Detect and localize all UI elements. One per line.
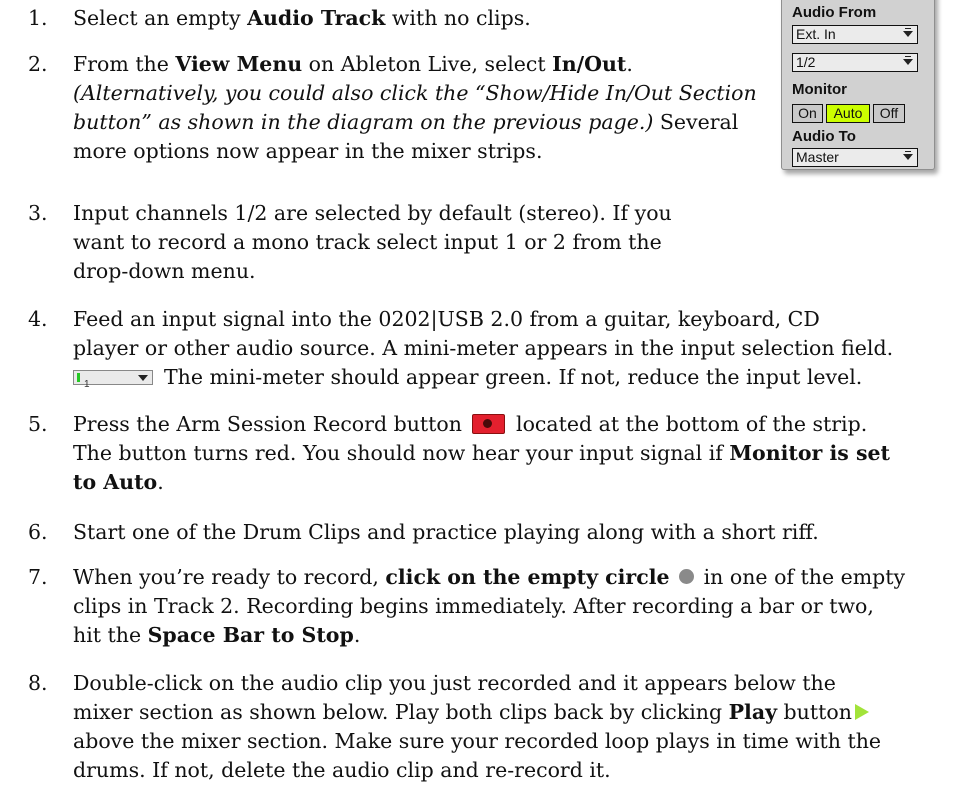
step-number: 2. bbox=[28, 52, 48, 76]
step-text: Feed an input signal into the 0202|USB 2… bbox=[73, 307, 894, 390]
step-text: Input channels 1/2 are selected by defau… bbox=[73, 201, 672, 283]
in-out-section-panel: Audio From Ext. In 1/2 Monitor On Auto O… bbox=[781, 0, 935, 170]
monitor-on-button[interactable]: On bbox=[792, 104, 823, 123]
monitor-off-button[interactable]: Off bbox=[873, 104, 905, 123]
step-number: 6. bbox=[28, 520, 48, 544]
monitor-label: Monitor bbox=[792, 81, 847, 98]
step-text: Start one of the Drum Clips and practice… bbox=[73, 520, 819, 544]
step-text: Double-click on the audio clip you just … bbox=[73, 671, 882, 782]
play-icon bbox=[854, 703, 869, 720]
step-number: 1. bbox=[28, 6, 48, 30]
step-number: 4. bbox=[28, 307, 48, 331]
input-channel-select[interactable]: 1/2 bbox=[792, 53, 918, 72]
step-number: 8. bbox=[28, 671, 48, 695]
empty-circle-icon bbox=[679, 569, 695, 584]
step-number: 3. bbox=[28, 201, 48, 225]
step-number: 7. bbox=[28, 565, 48, 589]
audio-to-select[interactable]: Master bbox=[792, 148, 918, 167]
step-text: Press the Arm Session Record button loca… bbox=[73, 412, 891, 494]
chevron-down-icon bbox=[903, 56, 913, 65]
chevron-down-icon bbox=[903, 151, 913, 160]
arm-session-record-icon bbox=[472, 413, 506, 434]
step-number: 5. bbox=[28, 412, 48, 436]
chevron-down-icon bbox=[903, 28, 913, 37]
mini-meter-icon: 1 bbox=[73, 370, 153, 390]
audio-to-label: Audio To bbox=[792, 128, 856, 145]
audio-from-label: Audio From bbox=[792, 4, 877, 21]
step-text: When you’re ready to record, click on th… bbox=[73, 565, 906, 647]
step-text: From the View Menu on Ableton Live, sele… bbox=[73, 52, 757, 163]
monitor-auto-button[interactable]: Auto bbox=[826, 104, 870, 123]
audio-from-select[interactable]: Ext. In bbox=[792, 25, 918, 44]
step-text: Select an empty Audio Track with no clip… bbox=[73, 6, 531, 30]
